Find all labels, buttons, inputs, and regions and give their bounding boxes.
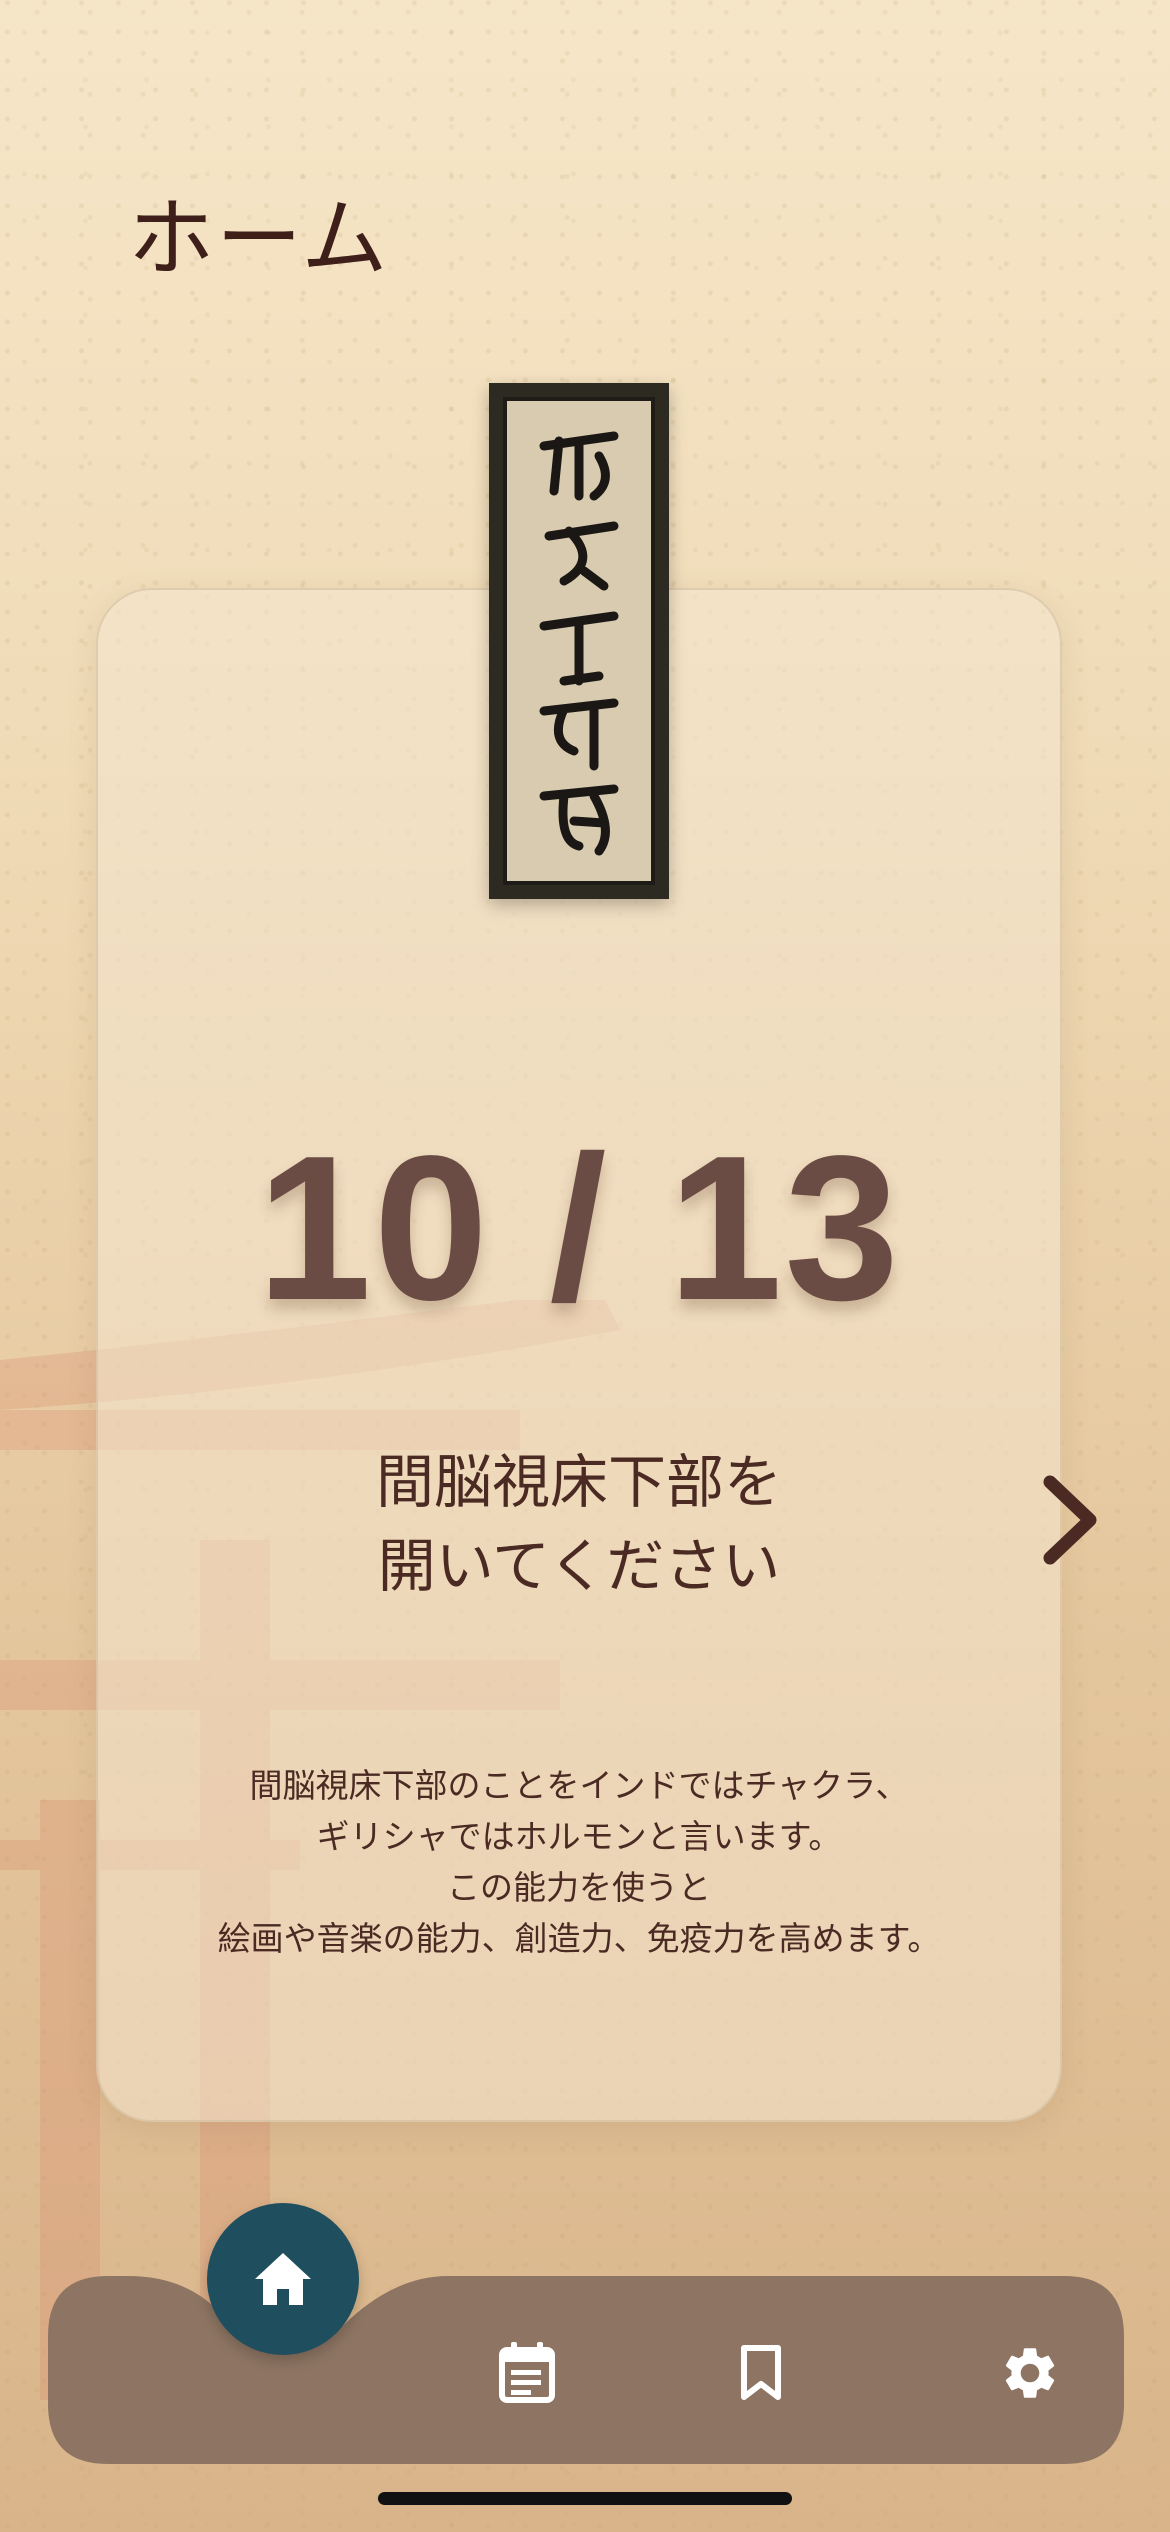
home-icon <box>255 2253 311 2305</box>
tab-bar <box>48 2276 1124 2464</box>
description-line: 絵画や音楽の能力、創造力、免疫力を高めます。 <box>217 1919 941 1958</box>
gear-icon <box>1005 2348 1055 2398</box>
headline-line-2: 開いてください <box>377 1532 781 1600</box>
bookmark-icon <box>741 2345 781 2400</box>
page-title: ホーム <box>128 189 390 289</box>
progress-counter: 10 / 13 <box>257 1113 901 1343</box>
headline-line-1: 間脳視床下部を <box>375 1448 782 1516</box>
tab-settings[interactable] <box>990 2333 1070 2413</box>
tab-home[interactable] <box>207 2203 359 2355</box>
sanskrit-glyphs <box>539 431 619 856</box>
tab-calendar[interactable] <box>487 2333 567 2413</box>
description-line: この能力を使うと <box>447 1868 711 1907</box>
instruction-headline: 間脳視床下部を 開いてください <box>96 1440 1062 1608</box>
sanskrit-scroll-image <box>489 383 669 899</box>
description-line: 間脳視床下部のことをインドではチャクラ、 <box>249 1766 909 1805</box>
next-button[interactable] <box>1035 1470 1105 1570</box>
calendar-icon <box>499 2342 555 2403</box>
tab-bookmark[interactable] <box>721 2333 801 2413</box>
description-text: 間脳視床下部のことをインドではチャクラ、 ギリシャではホルモンと言います。 この… <box>96 1760 1062 1964</box>
home-indicator <box>378 2492 792 2505</box>
chevron-right-icon <box>1043 1475 1097 1565</box>
description-line: ギリシャではホルモンと言います。 <box>316 1817 842 1856</box>
